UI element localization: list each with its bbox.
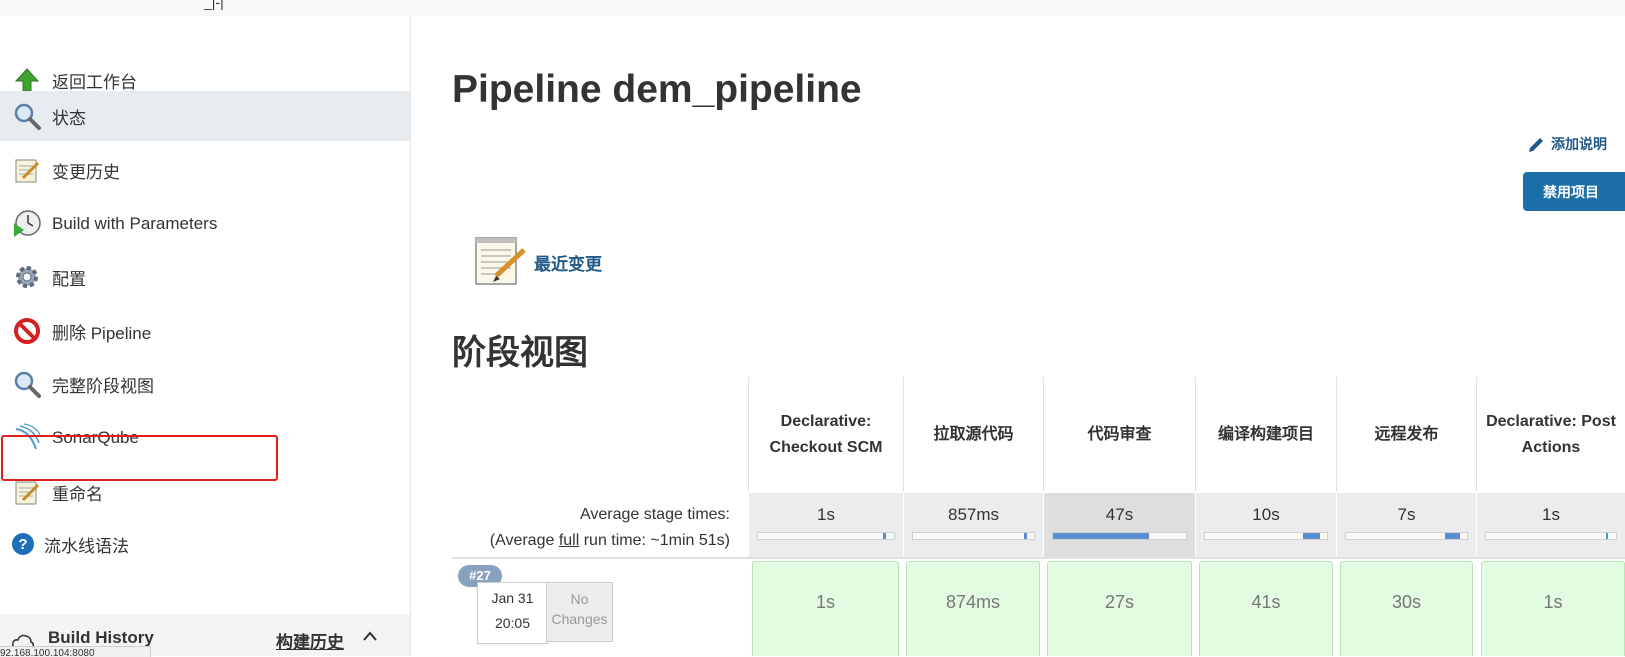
sidebar-item-delete-pipeline[interactable]: 删除 Pipeline [0,306,410,356]
stage-cell[interactable]: 1s [1481,561,1625,656]
stage-progress-track [757,532,895,540]
sidebar-item-build-with-parameters[interactable]: Build with Parameters [0,199,410,249]
sidebar: 返回工作台 状态 变更历史 Build with Parameters 配置 删… [0,16,411,656]
stage-duration: 30s [1391,592,1422,612]
disable-project-button[interactable]: 禁用项目 [1523,172,1625,211]
stage-progress-fill [1024,533,1027,539]
stage-average-value: 1s [817,505,835,524]
stage-cell[interactable]: 41s [1199,561,1333,656]
stage-average-value: 47s [1105,505,1134,524]
stage-header: 代码审查 [1043,377,1195,492]
stage-duration: 27s [1104,592,1135,612]
stage-progress-fill [1605,533,1609,539]
stage-average: 1s [748,493,903,557]
sidebar-item-label: 返回工作台 [52,72,137,92]
stage-duration: 1s [1543,592,1563,612]
stage-progress-fill [1053,533,1149,539]
full-run-link[interactable]: full [559,532,579,549]
gear-icon [12,262,42,292]
sidebar-item-label: 完整阶段视图 [52,376,154,396]
add-description-label: 添加说明 [1551,136,1607,152]
sidebar-item-label: 状态 [52,108,86,128]
stage-duration: 41s [1251,592,1281,612]
sidebar-item-label: 重命名 [52,484,103,504]
stage-average: 7s [1336,493,1476,557]
recent-changes-link[interactable]: 最近变更 [472,232,602,293]
highlight-box [1,435,278,481]
stage-average: 10s [1195,493,1336,557]
notepad-icon [12,477,42,507]
stage-duration: 1s [815,592,835,612]
stage-progress-track [1345,532,1468,540]
magnifier-icon [12,369,42,399]
stage-average: 1s [1476,493,1625,557]
stage-progress-track [1204,532,1328,540]
notepad-icon [12,155,42,185]
status-bar: 92.168.100.104:8080 [0,646,151,657]
sidebar-item-label: 配置 [52,269,86,289]
add-description-link[interactable]: 添加说明 [1527,134,1607,154]
stage-progress-fill [883,533,886,539]
page-title: Pipeline dem_pipeline [452,68,862,111]
sidebar-item-full-stage-view[interactable]: 完整阶段视图 [0,359,410,409]
stage-average: 857ms [903,493,1043,557]
topbar-glyph: _|-| [204,0,224,10]
stage-header: Declarative: Post Actions [1476,377,1625,492]
stage-cell[interactable]: 27s [1047,561,1192,656]
stage-cell[interactable]: 30s [1340,561,1473,656]
stage-progress-track [912,532,1035,540]
stage-progress-track [1052,532,1187,540]
stage-duration: 874ms [945,592,1001,612]
build-history-label: Build History [48,628,154,647]
stage-progress-fill [1302,533,1320,539]
stage-cell[interactable]: 874ms [906,561,1040,656]
no-entry-icon [12,316,42,346]
build-time: 20:05 [494,615,531,631]
stage-cell[interactable]: 1s [752,561,899,656]
stage-header: Declarative: Checkout SCM [748,377,903,492]
stage-average-value: 1s [1542,505,1560,524]
sidebar-item-change-history[interactable]: 变更历史 [0,145,410,195]
recent-changes-label: 最近变更 [534,255,602,274]
build-history-link[interactable]: 构建历史 [276,628,344,653]
sidebar-item-label: Build with Parameters [52,214,218,233]
stage-view-title: 阶段视图 [452,334,588,372]
build-changes: No Changes [546,582,613,642]
stage-average-value: 7s [1397,505,1416,524]
help-icon: ? [8,529,38,559]
collapse-caret-icon[interactable] [362,626,378,647]
average-stage-times-label: Average stage times: [579,506,730,523]
sidebar-item-label: 流水线语法 [44,536,129,556]
average-full-run-time: (Average full run time: ~1min 51s) [489,532,730,549]
stage-progress-fill [1445,533,1460,539]
sidebar-item-pipeline-syntax[interactable]: ? 流水线语法 [0,519,410,569]
sidebar-item-label: 变更历史 [52,162,120,182]
svg-text:?: ? [18,536,27,553]
stage-average-value: 10s [1252,505,1280,524]
stage-average-value: 857ms [947,505,1000,524]
stage-header: 远程发布 [1336,377,1476,492]
sidebar-item-configure[interactable]: 配置 [0,252,410,302]
sidebar-item-label: 删除 Pipeline [52,323,152,343]
notepad-icon [472,232,528,293]
stage-progress-track [1485,532,1617,540]
stage-header: 编译构建项目 [1195,377,1336,492]
stage-header: 拉取源代码 [903,377,1043,492]
pencil-icon [1529,138,1543,152]
build-date: Jan 31 [491,590,534,606]
row-separator [452,557,1625,559]
magnifier-icon [12,101,42,131]
stage-average: 47s [1043,493,1195,557]
top-bar: _|-| [0,0,1625,16]
clock-play-icon [12,209,42,239]
sidebar-item-status[interactable]: 状态 [0,91,410,141]
build-info-card[interactable]: Jan 31 20:05 [477,582,548,644]
